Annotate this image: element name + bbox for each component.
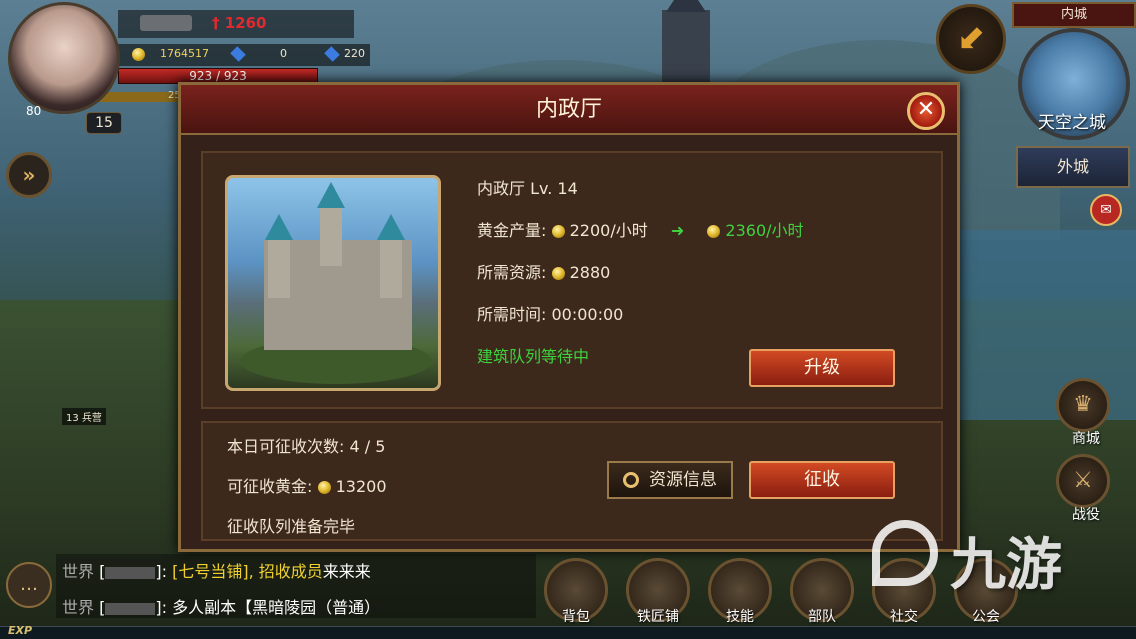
chat-player[interactable]: []: [99, 598, 167, 617]
dialog-title: 内政厅 [535, 97, 602, 122]
chat-icon[interactable]: … [6, 562, 52, 608]
collect-queue-status: 征收队列准备完毕 [227, 517, 356, 536]
back-arrow-button[interactable]: ⬋ [936, 4, 1006, 74]
arrow-right-icon: ➜ [670, 221, 685, 240]
gold-coin-icon [707, 225, 721, 238]
blurred-name [105, 566, 156, 579]
gold-coin-icon [551, 225, 565, 238]
nav-social[interactable]: 社交 [872, 606, 936, 626]
gold-output-next: 2360/小时 [725, 221, 804, 240]
chat-channel: 世界 [62, 562, 95, 581]
gold-coin-icon [317, 481, 331, 494]
outer-city-button[interactable]: 外城 [1016, 146, 1130, 188]
gold-output-label: 黄金产量: [477, 221, 547, 240]
close-icon[interactable]: ✕ [907, 92, 945, 130]
building-name-level: 内政厅 Lv. 14 [477, 179, 578, 198]
gold-value: 1764517 [160, 47, 209, 60]
player-avatar[interactable] [8, 2, 120, 114]
collect-gold-value: 13200 [335, 477, 387, 496]
sword-icon: † [212, 14, 220, 32]
castle-tower [320, 206, 342, 266]
battle-swords-icon[interactable]: ⚔ [1056, 454, 1110, 508]
castle-roof [317, 182, 345, 208]
gem-icon [230, 46, 246, 62]
shop-lion-icon[interactable]: ♛ [1056, 378, 1110, 432]
player-level: 80 [26, 104, 42, 118]
exp-label: EXP [8, 624, 33, 637]
dialog-header: 内政厅 ✕ [181, 85, 957, 135]
nav-troops[interactable]: 部队 [790, 606, 854, 626]
chat-text: [七号当铺], 招收成员 [172, 562, 323, 581]
watermark-logo [872, 520, 938, 586]
player-name-blurred [140, 15, 192, 31]
castle-roof [377, 214, 405, 240]
vip-level[interactable]: 15 [86, 112, 122, 134]
dialog-body: 内政厅 Lv. 14 黄金产量: 2200/小时 ➜ 2360/小时 所需资源:… [181, 135, 957, 549]
castle-image [225, 175, 441, 391]
expand-arrow-icon[interactable]: » [6, 152, 52, 198]
shop-label[interactable]: 商城 [1072, 428, 1100, 448]
time-label: 所需时间: [477, 305, 547, 324]
map-building-label[interactable]: 13 兵营 [62, 408, 106, 425]
diamond-value: 220 [344, 47, 365, 60]
castle-tower [380, 238, 402, 298]
gem-value: 0 [280, 47, 287, 60]
power-value: 1260 [224, 14, 267, 32]
time-row: 所需时间: 00:00:00 [477, 303, 804, 345]
upgrade-button[interactable]: 升级 [749, 349, 895, 387]
gold-coin-icon [132, 48, 145, 61]
chat-text: 多人副本【黑暗陵园（普通） [172, 598, 381, 617]
nav-skills[interactable]: 技能 [708, 606, 772, 626]
exp-bar [0, 626, 1136, 639]
building-panel: 内政厅 Lv. 14 黄金产量: 2200/小时 ➜ 2360/小时 所需资源:… [201, 151, 943, 409]
background-tower [662, 0, 710, 85]
blurred-name [105, 602, 156, 615]
cost-value: 2880 [569, 263, 611, 282]
city-name: 天空之城 [1038, 113, 1106, 133]
gold-coin-icon [551, 267, 565, 280]
hall-dialog: 内政厅 ✕ 内政厅 Lv. 14 黄金产量: 2200/小时 ➜ 2360/小时… [178, 82, 960, 552]
collect-button[interactable]: 征收 [749, 461, 895, 499]
collectable-gold-row: 可征收黄金: 13200 [227, 473, 387, 497]
time-value: 00:00:00 [551, 305, 624, 324]
battle-label[interactable]: 战役 [1072, 504, 1100, 524]
castle-tower [268, 238, 290, 298]
castle-roof [265, 214, 293, 240]
cost-label: 所需资源: [477, 263, 547, 282]
chat-channel: 世界 [62, 598, 95, 617]
resource-info-label: 资源信息 [649, 470, 717, 490]
chat-line: 世界 []: 多人副本【黑暗陵园（普通） [62, 594, 380, 618]
player-power: † 1260 [212, 14, 266, 32]
collect-count: 本日可征收次数: 4 / 5 [227, 437, 386, 456]
collect-panel: 本日可征收次数: 4 / 5 可征收黄金: 13200 征收队列准备完毕 资源信… [201, 421, 943, 541]
resource-info-button[interactable]: 资源信息 [607, 461, 733, 499]
city-tab[interactable]: 内城 [1012, 2, 1136, 28]
search-icon [623, 472, 639, 488]
nav-blacksmith[interactable]: 铁匠铺 [626, 606, 690, 626]
chat-line: 世界 []: [七号当铺], 招收成员来来来 [62, 558, 371, 582]
cost-row: 所需资源: 2880 [477, 261, 804, 303]
diamond-icon [324, 46, 340, 62]
collect-gold-label: 可征收黄金: [227, 477, 313, 496]
watermark-text: 九游 [950, 533, 1062, 598]
gold-output-current: 2200/小时 [569, 221, 648, 240]
gold-output-row: 黄金产量: 2200/小时 ➜ 2360/小时 [477, 219, 804, 261]
nav-guild[interactable]: 公会 [954, 606, 1018, 626]
resource-bar: 1764517 0 220 [118, 44, 370, 66]
nav-backpack[interactable]: 背包 [544, 606, 608, 626]
chat-player[interactable]: []: [99, 562, 167, 581]
mail-icon[interactable]: ✉ [1090, 194, 1122, 226]
chat-text-suffix: 来来来 [322, 562, 371, 581]
